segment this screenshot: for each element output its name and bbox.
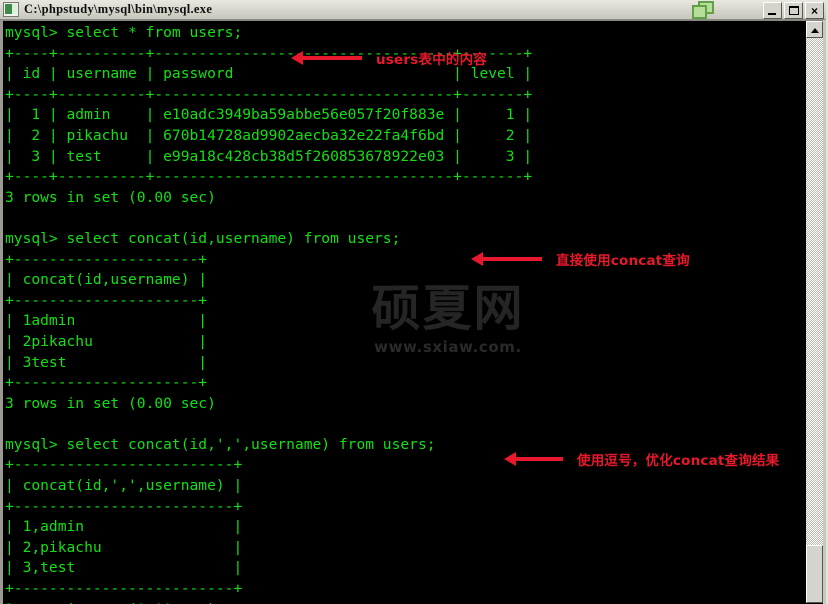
window-controls: × — [763, 2, 824, 19]
console-window: C:\phpstudy\mysql\bin\mysql.exe × mysql>… — [0, 0, 828, 604]
minimize-button[interactable] — [763, 2, 782, 19]
close-button[interactable]: × — [805, 2, 824, 19]
close-icon: × — [810, 3, 818, 18]
terminal-output-area[interactable]: mysql> select * from users; +----+------… — [3, 21, 797, 604]
window-title: C:\phpstudy\mysql\bin\mysql.exe — [24, 2, 213, 16]
terminal-text: mysql> select * from users; +----+------… — [5, 24, 533, 604]
green-squares-badge-icon — [692, 1, 722, 19]
console-frame: mysql> select * from users; +----+------… — [0, 20, 828, 604]
maximize-button[interactable] — [784, 2, 803, 19]
console-window-icon — [3, 2, 19, 17]
badge-square-front — [692, 5, 707, 19]
vertical-scrollbar[interactable] — [806, 21, 823, 603]
title-bar: C:\phpstudy\mysql\bin\mysql.exe × — [0, 0, 828, 20]
minimize-icon — [768, 13, 776, 15]
scrollbar-thumb[interactable] — [806, 545, 823, 603]
maximize-icon — [788, 6, 799, 15]
scroll-up-button[interactable] — [806, 21, 823, 38]
